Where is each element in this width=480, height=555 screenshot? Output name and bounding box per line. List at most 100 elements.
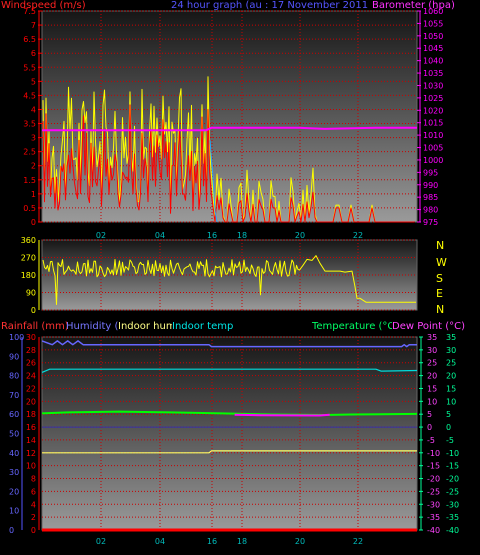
temp-y-tick-label: 0 (446, 423, 451, 432)
baro-y-tick-label: 1055 (423, 19, 443, 28)
rain-y-tick-label: 6 (31, 487, 36, 496)
humidity-y-tick-label: 20 (9, 487, 19, 496)
baro-y-tick-label: 1035 (423, 69, 443, 78)
temp-y-tick-label: -5 (446, 436, 454, 445)
wind-y-tick-label: 0.5 (23, 204, 36, 213)
rain-y-tick-label: 8 (31, 475, 36, 484)
baro-y-tick-label: 1010 (423, 131, 443, 140)
dew-y-tick-label: 25 (427, 359, 437, 368)
temp-y-tick-label: 20 (446, 372, 456, 381)
rain-y-tick-label: 12 (26, 449, 36, 458)
temp-y-tick-label: 10 (446, 397, 456, 406)
temp-y-tick-label: 5 (446, 410, 451, 419)
baro-y-tick-label: 1000 (423, 156, 443, 165)
dew-y-tick-label: 30 (427, 346, 437, 355)
temp-y-tick-label: -20 (446, 475, 459, 484)
temp-y-tick-label: 25 (446, 359, 456, 368)
temp-y-tick-label: -10 (446, 449, 459, 458)
dew-y-tick-label: 5 (427, 410, 432, 419)
rain-y-tick-label: 2 (31, 513, 36, 522)
rain-y-tick-label: 18 (26, 410, 36, 419)
dew-y-tick-label: -40 (427, 526, 440, 535)
wind-y-tick-label: 2.5 (23, 148, 36, 157)
baro-y-tick-label: 980 (423, 206, 438, 215)
wind-y-tick-label: 3.5 (23, 120, 36, 129)
rain-y-tick-label: 26 (26, 359, 36, 368)
bottom-x-tick-label: 22 (353, 537, 363, 546)
dew-y-tick-label: -20 (427, 475, 440, 484)
dew-y-tick-label: -25 (427, 487, 440, 496)
rain-y-tick-label: 30 (26, 333, 36, 342)
bottom-x-tick-label: 20 (295, 537, 305, 546)
dir-y-tick-label: 90 (26, 289, 36, 298)
baro-y-tick-label: 1060 (423, 7, 443, 16)
humidity-y-tick-label: 90 (9, 352, 19, 361)
baro-y-tick-label: 1020 (423, 106, 443, 115)
humidity-y-tick-label: 30 (9, 468, 19, 477)
temp-y-tick-label: -25 (446, 487, 459, 496)
humidity-y-tick-label: 10 (9, 507, 19, 516)
dew-y-tick-label: 20 (427, 372, 437, 381)
x-tick-label: 04 (155, 231, 165, 240)
rain-y-tick-label: 24 (26, 372, 36, 381)
dew-y-tick-label: 10 (427, 397, 437, 406)
wind-y-tick-label: 6.5 (23, 35, 36, 44)
wind-y-tick-label: 7 (31, 21, 36, 30)
wind-y-tick-label: 5 (31, 77, 36, 86)
humidity-y-tick-label: 70 (9, 391, 19, 400)
bottom-x-tick-label: 18 (237, 537, 247, 546)
baro-y-tick-label: 1025 (423, 94, 443, 103)
temp-y-tick-label: -35 (446, 513, 459, 522)
rain-y-tick-label: 28 (26, 346, 36, 355)
temp-y-tick-label: 30 (446, 346, 456, 355)
rain-y-tick-label: 14 (26, 436, 36, 445)
weather-chart: 0 0.5 1 1.5 2 2.5 3 3.5 4 4.5 5 5.5 6 6.5 7 7.5 975 980 98… (9, 7, 459, 546)
wind-y-tick-label: 0 (31, 218, 36, 227)
dir-y-tick-label: 360 (21, 236, 36, 245)
humidity-y-tick-label: 40 (9, 449, 19, 458)
baro-y-tick-label: 995 (423, 168, 438, 177)
wind-y-tick-label: 1 (31, 190, 36, 199)
dew-point-line (234, 413, 330, 417)
dir-y-tick-label: 180 (21, 271, 36, 280)
dir-y-tick-label: 0 (31, 306, 36, 315)
rain-y-tick-label: 22 (26, 384, 36, 393)
bottom-x-tick-label: 04 (155, 537, 165, 546)
dew-y-tick-label: -15 (427, 462, 440, 471)
temp-y-tick-label: -15 (446, 462, 459, 471)
wind-y-tick-label: 4.5 (23, 91, 36, 100)
wind-y-tick-label: 4 (31, 105, 36, 114)
temp-y-tick-label: 35 (446, 333, 456, 342)
humidity-y-tick-label: 80 (9, 372, 19, 381)
x-tick-label: 18 (237, 231, 247, 240)
dew-y-tick-label: -30 (427, 500, 440, 509)
dew-y-tick-label: 0 (427, 423, 432, 432)
baro-y-tick-label: 1045 (423, 44, 443, 53)
humidity-y-tick-label: 50 (9, 430, 19, 439)
rain-y-tick-label: 20 (26, 397, 36, 406)
dew-y-tick-label: 35 (427, 333, 437, 342)
wind-y-tick-label: 1.5 (23, 176, 36, 185)
rain-y-tick-label: 16 (26, 423, 36, 432)
rain-y-tick-label: 4 (31, 500, 36, 509)
wind-y-tick-label: 7.5 (23, 7, 36, 16)
dew-y-tick-label: 15 (427, 384, 437, 393)
dir-y-tick-label: 270 (21, 254, 36, 263)
temp-y-tick-label: -30 (446, 500, 459, 509)
dew-y-tick-label: -10 (427, 449, 440, 458)
x-tick-label: 16 (207, 231, 217, 240)
baro-y-tick-label: 1050 (423, 32, 443, 41)
wind-y-tick-label: 5.5 (23, 63, 36, 72)
baro-y-tick-label: 1030 (423, 81, 443, 90)
baro-y-tick-label: 985 (423, 193, 438, 202)
temp-y-tick-label: -40 (446, 526, 459, 535)
bottom-x-tick-label: 16 (207, 537, 217, 546)
wind-y-tick-label: 6 (31, 49, 36, 58)
baro-y-tick-label: 990 (423, 181, 438, 190)
bottom-panel-bg (41, 336, 418, 531)
humidity-y-tick-label: 0 (9, 526, 14, 535)
baro-y-tick-label: 975 (423, 218, 438, 227)
baro-y-tick-label: 1040 (423, 57, 443, 66)
x-tick-label: 22 (353, 231, 363, 240)
wind-y-tick-label: 3 (31, 134, 36, 143)
